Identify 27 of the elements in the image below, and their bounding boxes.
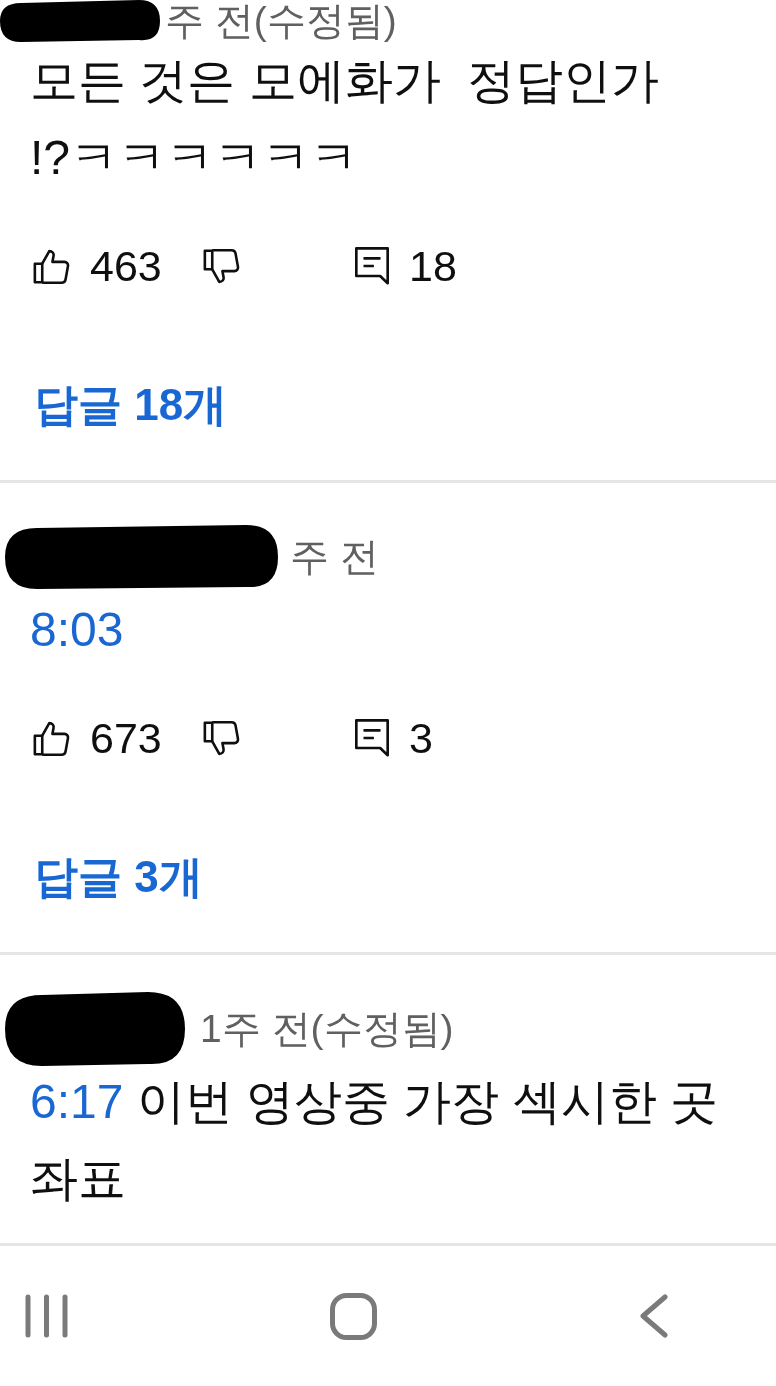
dislike-button[interactable] bbox=[203, 719, 240, 757]
home-icon bbox=[330, 1292, 377, 1340]
like-button[interactable]: 673 bbox=[33, 708, 203, 768]
comment-icon bbox=[355, 719, 389, 757]
menu-icon bbox=[25, 1294, 68, 1338]
thumbs-down-icon bbox=[203, 247, 240, 285]
comment-time: 주 전(수정됨) bbox=[165, 0, 397, 44]
thumbs-up-icon bbox=[33, 247, 70, 285]
recent-apps-button[interactable] bbox=[25, 1294, 68, 1338]
like-button[interactable]: 463 bbox=[33, 236, 203, 296]
comment-icon bbox=[355, 247, 389, 285]
back-button[interactable] bbox=[639, 1294, 668, 1338]
replies-link[interactable]: 답글 3개 bbox=[30, 847, 207, 907]
reply-button[interactable]: 18 bbox=[355, 236, 457, 296]
timestamp-link[interactable]: 6:17 bbox=[30, 1075, 124, 1128]
back-icon bbox=[639, 1294, 668, 1338]
comment-text: 모든 것은 모에화가 정답인가 !?ㅋㅋㅋㅋㅋㅋ bbox=[29, 53, 661, 186]
comment-time: 1주 전(수정됨) bbox=[200, 1006, 454, 1052]
comment-text: 6:17 이번 영상중 가장 섹시한 곳 좌표 bbox=[29, 1074, 720, 1207]
reply-button[interactable]: 3 bbox=[355, 708, 433, 768]
home-button[interactable] bbox=[330, 1292, 377, 1340]
thumbs-down-icon bbox=[203, 719, 240, 757]
comment-time: 주 전 bbox=[290, 534, 379, 580]
thumbs-up-icon bbox=[33, 719, 70, 757]
dislike-button[interactable] bbox=[203, 247, 240, 285]
timestamp-link[interactable]: 8:03 bbox=[30, 603, 124, 656]
replies-link[interactable]: 답글 18개 bbox=[30, 375, 232, 435]
